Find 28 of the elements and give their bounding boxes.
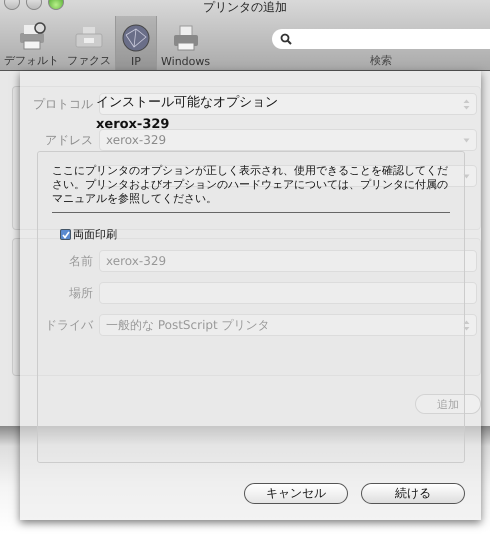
field-label: 名前 <box>68 252 93 270</box>
search-icon <box>280 33 292 45</box>
field-label: ドライバ <box>44 316 93 334</box>
window-title: プリンタの追加 <box>203 0 287 14</box>
cancel-button[interactable]: キャンセル <box>244 483 348 504</box>
search-label: 検索 <box>370 53 392 68</box>
down-arrow-icon <box>463 174 470 178</box>
popup-menu[interactable] <box>99 93 477 115</box>
option-label: 両面印刷 <box>73 227 117 242</box>
sheet-title: インストール可能なオプション <box>96 94 278 111</box>
field-label: プロトコル <box>32 96 93 112</box>
up-down-arrows-icon <box>463 320 470 330</box>
down-arrow-icon <box>463 138 470 142</box>
toolbar-tab[interactable]: ファクス <box>63 16 115 70</box>
checkbox[interactable] <box>60 229 71 240</box>
search-field[interactable] <box>272 29 490 49</box>
field-label: アドレス <box>44 132 93 148</box>
combo-field[interactable]: xerox-329 <box>99 129 477 151</box>
text-field[interactable] <box>99 282 477 304</box>
description-text: ここにプリンタのオプションが正しく表示され、使用できることを確認してください。プリンタおよびオプションのハードウェアについては、プリンタに付属のマニュアルを参照してください。 <box>52 164 450 213</box>
up-down-arrows-icon <box>463 98 470 110</box>
toolbar-tab[interactable]: Windows <box>157 16 214 70</box>
toolbar-tab[interactable]: デフォルト <box>0 16 63 70</box>
toolbar-tab[interactable]: IP <box>115 16 157 70</box>
printer-name: xerox-329 <box>96 117 170 132</box>
globe-icon <box>120 23 152 53</box>
continue-button[interactable]: 続ける <box>361 483 465 504</box>
field-label: 場所 <box>68 284 93 302</box>
